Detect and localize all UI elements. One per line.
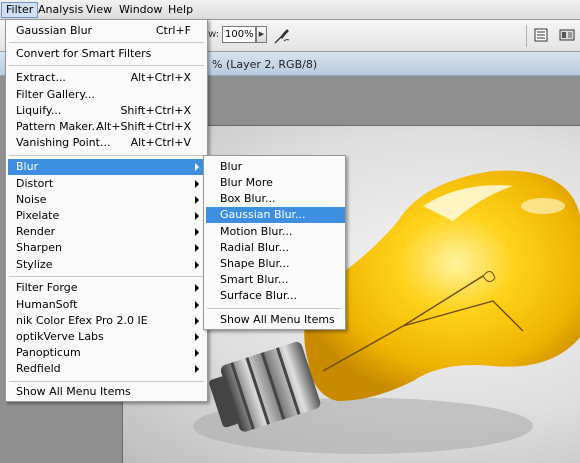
menu-item-stylize[interactable]: Stylize bbox=[8, 257, 205, 273]
submenu-arrow-icon bbox=[195, 317, 199, 325]
toolbar-divider bbox=[526, 25, 527, 47]
menu-divider bbox=[9, 381, 204, 382]
menu-item-vanishing-point[interactable]: Vanishing Point... Alt+Ctrl+V bbox=[8, 135, 205, 151]
tool-preset-icon[interactable] bbox=[559, 27, 575, 43]
menu-analysis[interactable]: Analysis bbox=[34, 2, 87, 18]
menu-item-nik-color-efex[interactable]: nik Color Efex Pro 2.0 IE bbox=[8, 313, 205, 329]
menu-item-optikverve[interactable]: optikVerve Labs bbox=[8, 329, 205, 345]
airbrush-icon[interactable] bbox=[272, 26, 292, 46]
zoom-field[interactable]: 100% bbox=[222, 26, 256, 43]
submenu-arrow-icon bbox=[195, 261, 199, 269]
submenu-arrow-icon bbox=[195, 365, 199, 373]
menu-bar: Filter Analysis View Window Help bbox=[0, 0, 580, 20]
menu-item-humansoft[interactable]: HumanSoft bbox=[8, 297, 205, 313]
submenu-arrow-icon bbox=[195, 333, 199, 341]
zoom-arrow-button[interactable]: ▶ bbox=[256, 26, 267, 43]
submenu-item-radial-blur[interactable]: Radial Blur... bbox=[206, 240, 345, 256]
menu-item-show-all[interactable]: Show All Menu Items bbox=[8, 384, 205, 400]
submenu-item-show-all[interactable]: Show All Menu Items bbox=[206, 312, 345, 328]
submenu-arrow-icon bbox=[195, 228, 199, 236]
menu-item-filter-gallery[interactable]: Filter Gallery... bbox=[8, 87, 205, 103]
menu-divider bbox=[9, 42, 204, 43]
submenu-item-smart-blur[interactable]: Smart Blur... bbox=[206, 272, 345, 288]
submenu-arrow-icon bbox=[195, 212, 199, 220]
submenu-arrow-icon bbox=[195, 180, 199, 188]
submenu-item-blur[interactable]: Blur bbox=[206, 159, 345, 175]
filter-menu: Gaussian Blur Ctrl+F Convert for Smart F… bbox=[5, 19, 208, 402]
menu-item-render[interactable]: Render bbox=[8, 224, 205, 240]
submenu-item-box-blur[interactable]: Box Blur... bbox=[206, 191, 345, 207]
menu-item-liquify[interactable]: Liquify... Shift+Ctrl+X bbox=[8, 103, 205, 119]
menu-item-filter-forge[interactable]: Filter Forge bbox=[8, 280, 205, 296]
menu-item-pattern-maker[interactable]: Pattern Maker... Alt+Shift+Ctrl+X bbox=[8, 119, 205, 135]
menu-item-distort[interactable]: Distort bbox=[8, 176, 205, 192]
submenu-item-shape-blur[interactable]: Shape Blur... bbox=[206, 256, 345, 272]
submenu-arrow-icon bbox=[195, 163, 199, 171]
menu-item-extract[interactable]: Extract... Alt+Ctrl+X bbox=[8, 70, 205, 86]
menu-item-panopticum[interactable]: Panopticum bbox=[8, 345, 205, 361]
menu-item-last-filter[interactable]: Gaussian Blur Ctrl+F bbox=[8, 23, 205, 39]
submenu-item-gaussian-blur[interactable]: Gaussian Blur... bbox=[206, 207, 345, 223]
menu-filter[interactable]: Filter bbox=[1, 2, 39, 18]
menu-divider bbox=[9, 155, 204, 156]
menu-item-blur[interactable]: Blur bbox=[8, 159, 205, 175]
menu-divider bbox=[207, 308, 342, 309]
submenu-item-motion-blur[interactable]: Motion Blur... bbox=[206, 224, 345, 240]
submenu-arrow-icon bbox=[195, 244, 199, 252]
palette-options-icon[interactable] bbox=[533, 27, 549, 43]
menu-item-redfield[interactable]: Redfield bbox=[8, 361, 205, 377]
menu-item-pixelate[interactable]: Pixelate bbox=[8, 208, 205, 224]
menu-item-sharpen[interactable]: Sharpen bbox=[8, 240, 205, 256]
submenu-arrow-icon bbox=[195, 196, 199, 204]
submenu-arrow-icon bbox=[195, 301, 199, 309]
submenu-arrow-icon bbox=[195, 349, 199, 357]
menu-item-noise[interactable]: Noise bbox=[8, 192, 205, 208]
menu-divider bbox=[9, 65, 204, 66]
menu-window[interactable]: Window bbox=[115, 2, 166, 18]
blur-submenu: Blur Blur More Box Blur... Gaussian Blur… bbox=[203, 155, 346, 330]
menu-divider bbox=[9, 276, 204, 277]
submenu-arrow-icon bbox=[195, 284, 199, 292]
submenu-item-surface-blur[interactable]: Surface Blur... bbox=[206, 288, 345, 304]
submenu-item-blur-more[interactable]: Blur More bbox=[206, 175, 345, 191]
menu-help[interactable]: Help bbox=[164, 2, 197, 18]
document-title: % (Layer 2, RGB/8) bbox=[212, 58, 318, 71]
menu-item-convert-smart-filters[interactable]: Convert for Smart Filters bbox=[8, 46, 205, 62]
menu-view[interactable]: View bbox=[82, 2, 116, 18]
